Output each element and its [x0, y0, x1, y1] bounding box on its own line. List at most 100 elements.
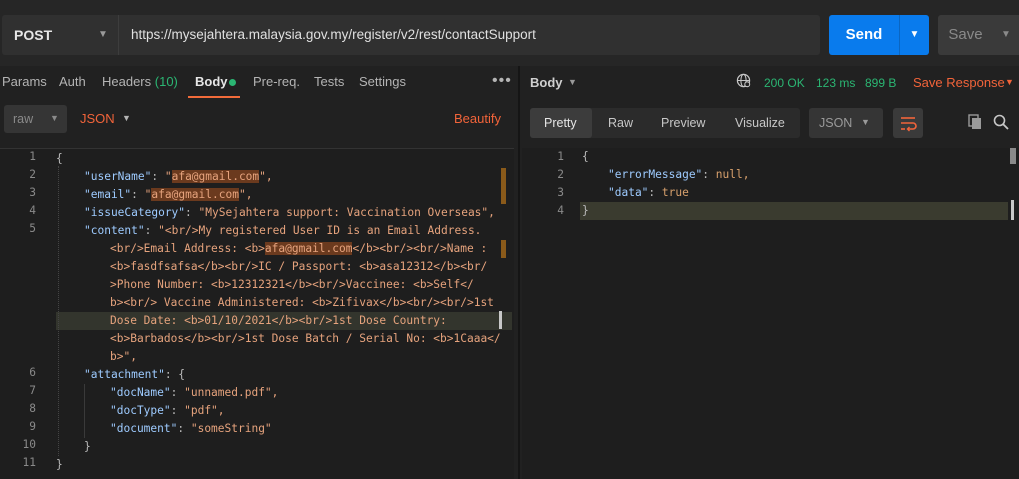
code-line: }: [56, 458, 63, 471]
json-string: "MySejahtera support: Vaccination Overse…: [198, 206, 495, 219]
json-string: ",: [259, 170, 273, 183]
response-code: { "errorMessage": null, "data": true }: [522, 150, 1002, 240]
wrap-lines-icon: [901, 117, 917, 132]
code-line: "attachment": {: [84, 368, 185, 381]
chevron-down-icon: ▼: [861, 117, 870, 127]
code-line: }: [84, 440, 91, 453]
view-tab-raw[interactable]: Raw: [608, 116, 633, 130]
json-key: "data": [608, 186, 649, 199]
code-line: }: [582, 204, 589, 217]
tab-tests[interactable]: Tests: [314, 74, 344, 89]
response-size[interactable]: 899 B: [865, 76, 896, 90]
code-line: <b>fasdfsafsa</b><br/>IC / Passport: <b>…: [110, 260, 488, 273]
json-string: "unnamed.pdf",: [184, 386, 279, 399]
view-tab-pretty[interactable]: Pretty: [544, 116, 577, 130]
search-match: afa@gmail.com: [171, 170, 260, 183]
code-line: "content": "<br/>My registered User ID i…: [84, 224, 482, 237]
json-null: null,: [715, 168, 750, 181]
scrollbar-match-marker: [501, 168, 506, 204]
json-punct: : {: [164, 368, 186, 381]
body-mode-select[interactable]: raw ▼: [4, 105, 67, 133]
search-icon[interactable]: [992, 113, 1010, 131]
code-line: "document": "someString": [110, 422, 272, 435]
save-response-button[interactable]: Save Response: [913, 75, 1005, 90]
json-string: <br/>Email Address: <b>: [110, 242, 265, 255]
tab-auth[interactable]: Auth: [59, 74, 86, 89]
json-string: "<br/>My registered User ID is an Email …: [158, 224, 482, 237]
json-key: "document": [110, 422, 178, 435]
method-label: POST: [14, 27, 53, 43]
code-line: {: [56, 152, 63, 165]
chevron-down-icon[interactable]: ▼: [122, 113, 131, 123]
code-line: <b>Barbados</b><br/>1st Dose Batch / Ser…: [110, 332, 501, 345]
chevron-down-icon: ▼: [98, 29, 108, 40]
save-options-chevron-icon[interactable]: ▼: [993, 15, 1019, 55]
tab-prereq[interactable]: Pre-req.: [253, 74, 300, 89]
url-input[interactable]: https://mysejahtera.malaysia.gov.my/regi…: [118, 15, 820, 55]
wrap-lines-button[interactable]: [893, 108, 923, 138]
text-cursor: [1011, 200, 1014, 220]
scrollbar-match-marker: [501, 240, 506, 258]
code-line: "issueCategory": "MySejahtera support: V…: [84, 206, 495, 219]
code-line: "userName": "afa@gmail.com",: [84, 170, 273, 183]
json-string: ",: [238, 188, 253, 201]
json-key: "errorMessage": [608, 168, 703, 181]
scrollbar-thumb[interactable]: [1010, 148, 1016, 164]
chevron-down-icon[interactable]: ▼: [568, 77, 577, 87]
body-modified-dot-icon: [229, 79, 236, 86]
request-code: { "userName": "afa@gmail.com", "email": …: [0, 150, 520, 479]
tab-settings[interactable]: Settings: [359, 74, 406, 89]
json-key: "content": [84, 224, 145, 237]
json-key: "docName": [110, 386, 171, 399]
code-line: b>",: [110, 350, 137, 363]
json-key: "issueCategory": [84, 206, 186, 219]
tab-body[interactable]: Body: [195, 74, 228, 89]
save-button[interactable]: Save: [938, 15, 993, 55]
code-line: "docType": "pdf",: [110, 404, 225, 417]
json-string: ": [164, 170, 172, 183]
json-string: </b><br/><br/>Name :: [352, 242, 488, 255]
text-cursor: [499, 311, 502, 329]
json-key: "email": [84, 188, 132, 201]
method-select[interactable]: POST ▼: [2, 15, 118, 55]
copy-icon[interactable]: [966, 113, 984, 131]
active-tab-indicator: [188, 96, 240, 98]
more-options-icon[interactable]: •••: [492, 72, 512, 90]
tab-headers-label: Headers: [102, 74, 152, 89]
body-format-select[interactable]: JSON: [80, 111, 115, 126]
chevron-down-icon: ▼: [50, 113, 59, 123]
response-format-label: JSON: [819, 116, 853, 130]
beautify-button[interactable]: Beautify: [454, 111, 501, 126]
globe-icon[interactable]: [736, 73, 751, 88]
json-key: "docType": [110, 404, 171, 417]
json-key: "attachment": [84, 368, 165, 381]
search-match: afa@gmail.com: [151, 188, 239, 201]
headers-count: (10): [154, 74, 178, 89]
response-format-select[interactable]: JSON ▼: [809, 108, 883, 138]
status-code[interactable]: 200 OK: [764, 76, 805, 90]
response-body-select[interactable]: Body: [530, 75, 563, 90]
send-button[interactable]: Send: [829, 15, 899, 55]
code-line: "data": true: [608, 186, 689, 199]
json-string: "someString": [190, 422, 272, 435]
code-line: b><br/> Vaccine Administered: <b>Zifivax…: [110, 296, 494, 309]
chevron-down-icon[interactable]: ▼: [1005, 77, 1014, 87]
view-tab-preview[interactable]: Preview: [661, 116, 705, 130]
code-line: <br/>Email Address: <b>afa@gmail.com</b>…: [110, 242, 487, 255]
code-line: "email": "afa@gmail.com",: [84, 188, 253, 201]
code-line: "docName": "unnamed.pdf",: [110, 386, 279, 399]
code-line: "errorMessage": null,: [608, 168, 750, 181]
json-boolean: true: [661, 186, 689, 199]
response-time[interactable]: 123 ms: [816, 76, 855, 90]
code-line: {: [582, 150, 589, 163]
send-options-chevron-icon[interactable]: ▼: [899, 15, 929, 55]
json-key: "userName": [84, 170, 152, 183]
view-tab-visualize[interactable]: Visualize: [735, 116, 785, 130]
code-line: Dose Date: <b>01/10/2021</b><br/>1st Dos…: [110, 314, 447, 327]
tab-headers[interactable]: Headers (10): [102, 74, 178, 89]
code-line: >Phone Number: <b>12312321</b><br/>Vacci…: [110, 278, 474, 291]
search-match: afa@gmail.com: [264, 242, 353, 255]
body-mode-label: raw: [13, 112, 34, 126]
tab-params[interactable]: Params: [2, 74, 47, 89]
json-string: "pdf",: [184, 404, 225, 417]
